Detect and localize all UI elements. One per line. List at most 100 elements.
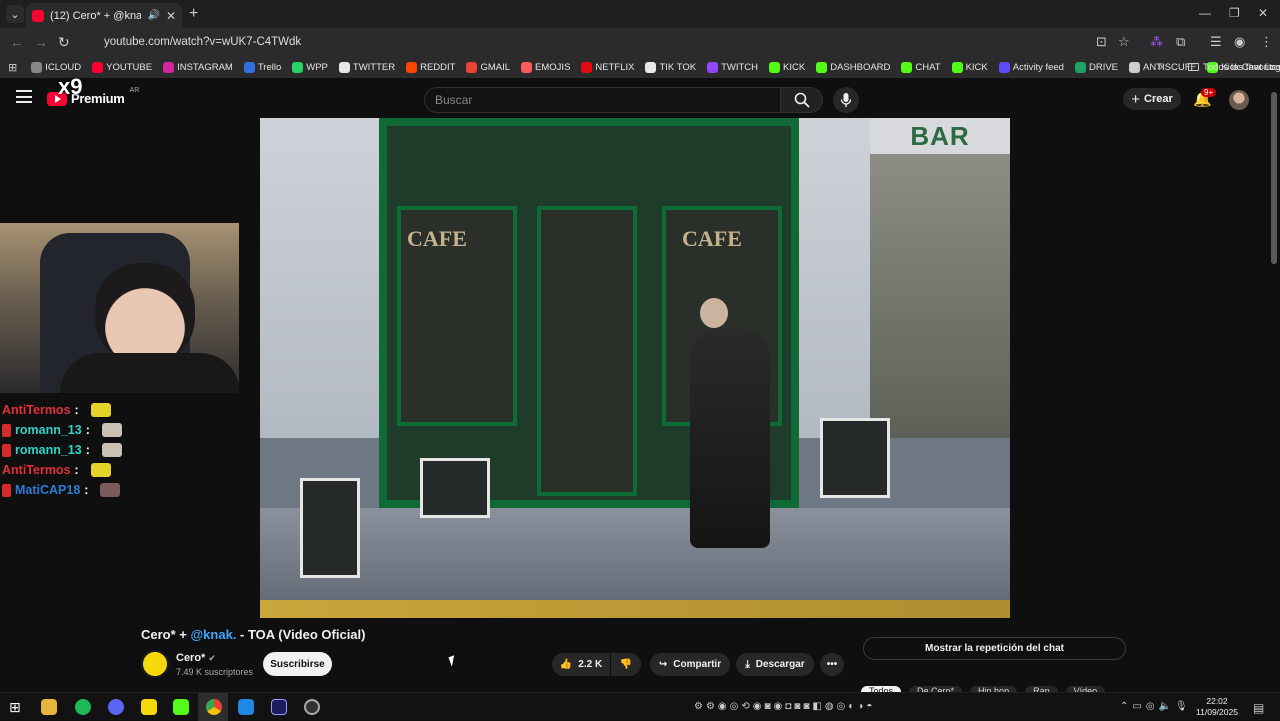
bookmark-item[interactable]: KICK — [769, 61, 805, 73]
app-icon[interactable] — [238, 699, 254, 715]
title-mention-link[interactable]: @knak. — [191, 627, 237, 642]
bookmark-item[interactable]: DASHBOARD — [816, 61, 890, 73]
channel-avatar[interactable] — [141, 650, 169, 678]
address-bar[interactable]: youtube.com/watch?v=wUK7-C4TWdk — [84, 31, 1144, 53]
thumbs-down-icon: 👎 — [619, 659, 633, 670]
premiere-pro-icon[interactable] — [271, 699, 287, 715]
chat-message: romann_13: — [2, 440, 242, 460]
chat-username: romann_13 — [15, 443, 82, 457]
chat-username: romann_13 — [15, 423, 82, 437]
tray-status-icons[interactable]: ⌃▭◎🔈🎙 — [1120, 701, 1192, 712]
bookmark-item[interactable]: WPP — [292, 61, 328, 73]
bookmark-favicon-icon — [581, 61, 593, 73]
discord-icon[interactable] — [108, 699, 124, 715]
bookmark-item[interactable]: EMOJIS — [521, 61, 570, 73]
new-tab-button[interactable]: + — [189, 5, 198, 23]
chat-message: romann_13: — [2, 420, 242, 440]
create-button[interactable]: + Crear — [1123, 88, 1181, 110]
bookmark-favicon-icon — [1129, 61, 1141, 73]
page-scrollbar[interactable] — [1271, 92, 1277, 264]
chrome-icon[interactable] — [206, 699, 222, 715]
account-avatar[interactable] — [1229, 90, 1249, 110]
bookmark-label: TWITTER — [352, 61, 396, 73]
notification-center-icon[interactable]: ▤ — [1253, 701, 1264, 715]
system-clock[interactable]: 22:02 11/09/2025 — [1196, 696, 1238, 718]
download-label: Descargar — [755, 659, 805, 670]
kick-app-icon[interactable] — [173, 699, 189, 715]
stream-chat-overlay: AntiTermos: romann_13: romann_13: AntiTermo… — [2, 400, 242, 500]
streamer-shirt — [60, 353, 239, 393]
like-button[interactable]: 👍 2.2 K — [552, 653, 610, 676]
chat-separator: : — [85, 423, 90, 437]
more-bookmarks-icon[interactable]: » — [1157, 61, 1163, 73]
bookmark-item[interactable]: CHAT — [901, 61, 941, 73]
bookmark-item[interactable]: YOUTUBE — [92, 61, 152, 73]
overlay-counter: x9 — [58, 74, 83, 99]
bookmark-item[interactable]: INSTAGRAM — [163, 61, 233, 73]
bookmark-item[interactable]: Trello — [243, 61, 282, 73]
bookmark-label: Trello — [257, 61, 282, 73]
tab-audio-icon[interactable]: 🔊 — [147, 10, 159, 21]
download-button[interactable]: ⤓ Descargar — [736, 653, 814, 676]
forward-button[interactable]: → — [34, 34, 48, 50]
dislike-button[interactable]: 👎 — [611, 653, 641, 676]
profile-avatar-icon[interactable]: ◉ — [1234, 34, 1245, 50]
minimize-button[interactable]: — — [1199, 6, 1211, 20]
all-bookmarks-label: Todos los favoritos — [1203, 61, 1280, 73]
bookmark-item[interactable]: NETFLIX — [581, 61, 634, 73]
video-player[interactable]: CAFE CAFE BAR — [260, 118, 1010, 618]
search-button[interactable] — [781, 87, 823, 113]
bookmark-item[interactable]: TIK TOK — [645, 61, 696, 73]
reload-button[interactable]: ↻ — [58, 34, 70, 51]
bookmark-item[interactable]: KICK — [951, 61, 988, 73]
guide-menu-icon[interactable] — [16, 90, 32, 103]
reading-list-icon[interactable]: ☰ — [1210, 34, 1222, 50]
windows-start-icon[interactable]: ⊞ — [9, 699, 25, 715]
cafe-window-text-left: CAFE — [407, 226, 467, 251]
file-explorer-icon[interactable] — [41, 699, 57, 715]
bookmark-item[interactable]: ICLOUD — [31, 61, 81, 73]
voice-search-button[interactable] — [833, 87, 859, 113]
spotify-icon[interactable] — [75, 699, 91, 715]
search-input[interactable]: Buscar — [424, 87, 781, 113]
share-button[interactable]: ↪ Compartir — [650, 653, 730, 676]
back-button[interactable]: ← — [10, 34, 24, 50]
bookmark-favicon-icon — [163, 61, 175, 73]
person-walking — [690, 328, 770, 548]
extension-icon[interactable]: ⁂ — [1150, 34, 1163, 50]
show-chat-replay-button[interactable]: Mostrar la repetición del chat — [863, 637, 1126, 660]
apps-grid-icon[interactable]: ⊞ — [8, 61, 17, 74]
chat-separator: : — [74, 463, 79, 477]
system-tray-icons[interactable]: ⚙⚙◉◎⟲◉◙◉◘◙◙◧◍◎◐◑◓ — [694, 701, 875, 712]
tab-close-icon[interactable]: ✕ — [166, 9, 176, 23]
sticky-notes-icon[interactable] — [141, 699, 157, 715]
bookmark-item[interactable]: REDDIT — [406, 61, 455, 73]
create-label: Crear — [1144, 93, 1173, 105]
channel-name[interactable]: Cero* ✔ — [176, 652, 216, 664]
tab-search-button[interactable]: ⌄ — [6, 5, 24, 23]
bookmark-item[interactable]: TWITCH — [707, 61, 759, 73]
bookmark-favicon-icon — [816, 61, 828, 73]
more-actions-button[interactable]: ••• — [820, 653, 844, 676]
browser-tab-youtube[interactable]: (12) Cero* + @knak. - TOA 🔊 ✕ — [26, 3, 182, 28]
cafe-window-text-right: CAFE — [682, 226, 742, 251]
subscribe-button[interactable]: Suscribirse — [263, 652, 332, 676]
restore-button[interactable]: ❐ — [1229, 6, 1240, 20]
chat-separator: : — [85, 443, 90, 457]
bookmark-item[interactable]: TWITTER — [338, 61, 396, 73]
browser-menu-icon[interactable]: ⋮ — [1260, 34, 1273, 50]
obs-icon[interactable] — [304, 699, 320, 715]
bookmark-star-icon[interactable]: ☆ — [1118, 34, 1130, 50]
extensions-puzzle-icon[interactable]: ⧉ — [1176, 34, 1185, 50]
bookmark-item[interactable]: GMAIL — [466, 61, 510, 73]
bookmark-item[interactable]: DRIVE — [1074, 61, 1118, 73]
chat-emote-icon — [90, 463, 111, 477]
channel-name-text: Cero* — [176, 652, 206, 664]
chat-separator: : — [74, 403, 79, 417]
bookmark-item[interactable]: Activity feed — [998, 61, 1064, 73]
browser-tab-bar: ⌄ (12) Cero* + @knak. - TOA 🔊 ✕ + — ❐ ✕ — [0, 0, 1280, 28]
all-bookmarks-folder[interactable]: Todos los favoritos — [1188, 62, 1280, 73]
install-app-icon[interactable]: ⊡ — [1096, 34, 1107, 50]
bookmark-label: TWITCH — [721, 61, 759, 73]
close-window-button[interactable]: ✕ — [1258, 6, 1268, 20]
